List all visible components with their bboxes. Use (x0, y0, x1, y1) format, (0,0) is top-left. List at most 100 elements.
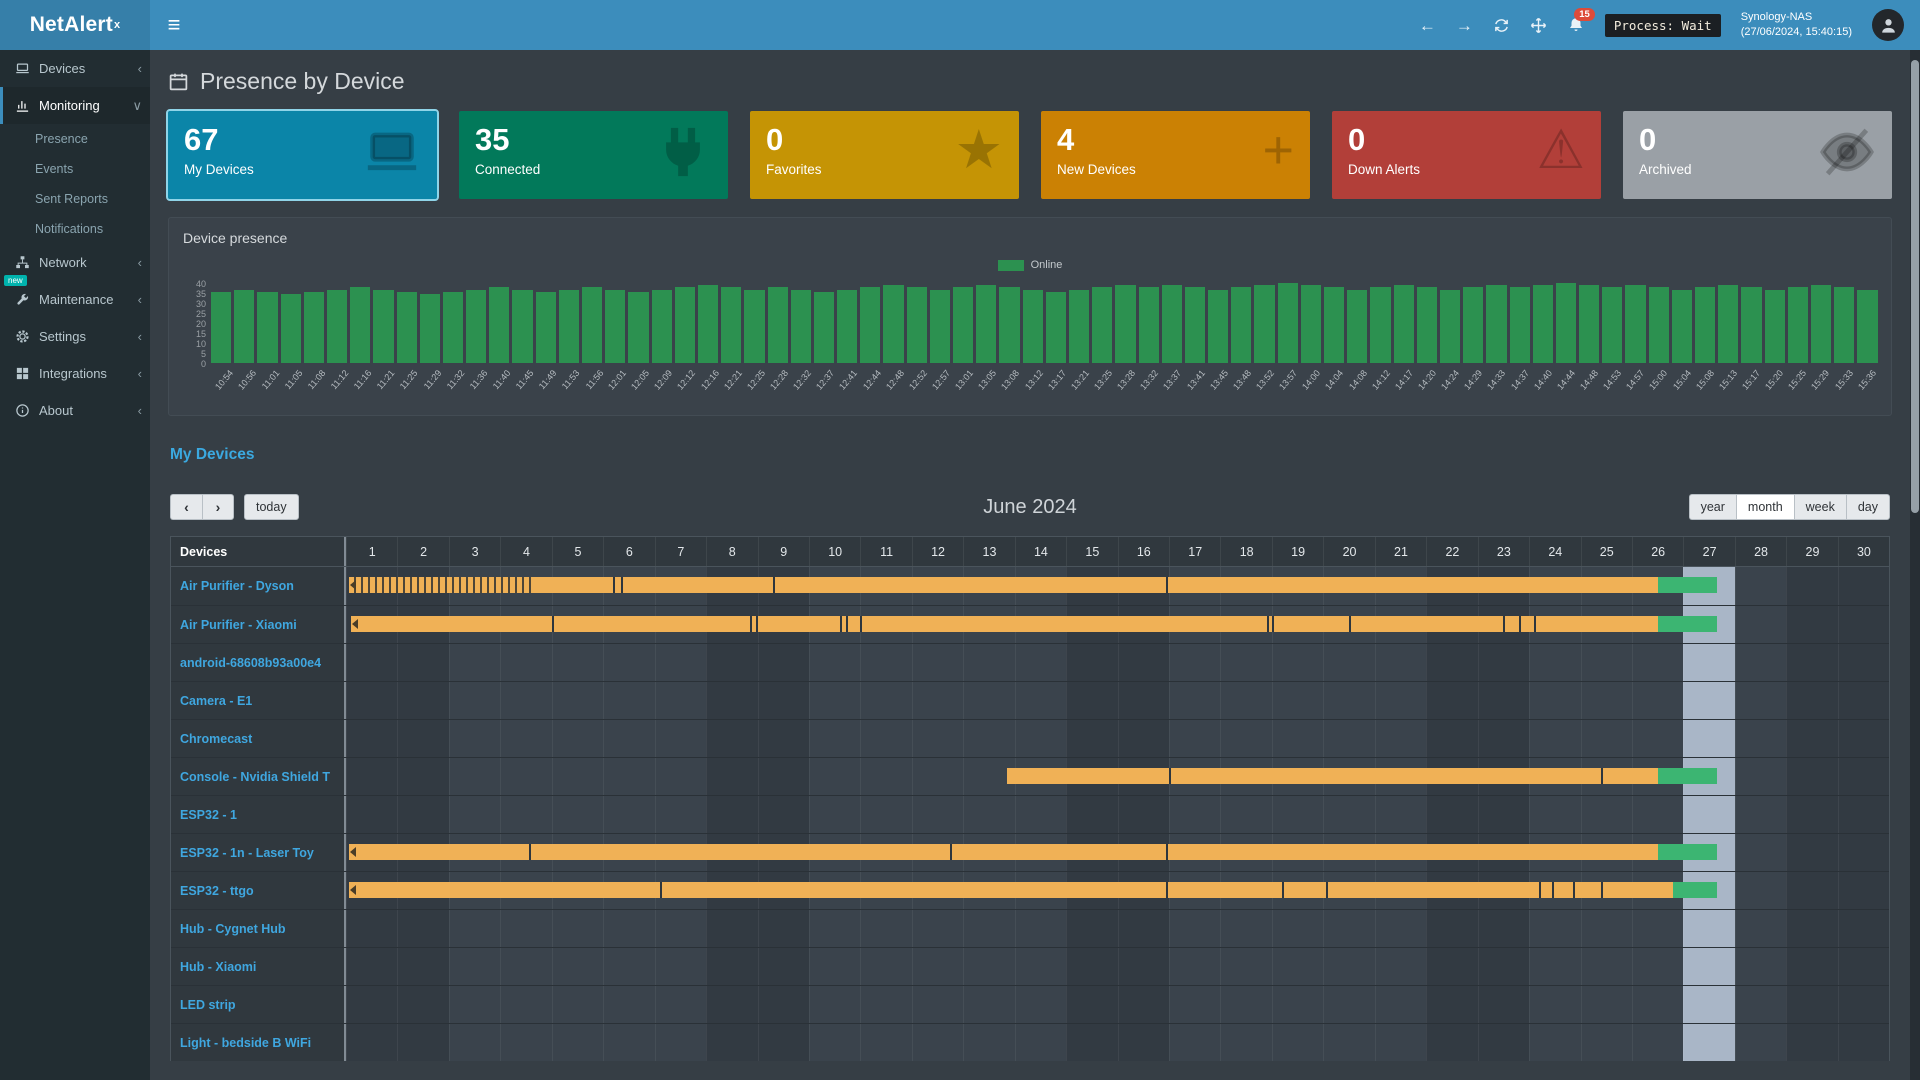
day-cell[interactable] (758, 1024, 809, 1061)
day-cell[interactable] (1838, 872, 1889, 909)
day-cell[interactable] (1323, 682, 1374, 719)
day-cell[interactable] (1375, 910, 1426, 947)
day-cell[interactable] (397, 644, 448, 681)
day-cell[interactable] (1529, 910, 1580, 947)
day-cell[interactable] (449, 948, 500, 985)
presence-event-bar[interactable] (351, 616, 1657, 632)
day-cell[interactable] (1581, 986, 1632, 1023)
day-cell[interactable] (1323, 720, 1374, 757)
presence-event-bar[interactable] (1658, 616, 1717, 632)
day-cell[interactable] (1323, 644, 1374, 681)
day-cell[interactable] (912, 948, 963, 985)
presence-event-bar[interactable] (1658, 577, 1717, 593)
day-cell[interactable] (655, 910, 706, 947)
day-cell[interactable] (1786, 644, 1837, 681)
infobox-new-devices[interactable]: 4New Devices+ (1041, 111, 1310, 199)
day-cell[interactable] (1478, 1024, 1529, 1061)
day-cell[interactable] (1015, 796, 1066, 833)
day-cell[interactable] (1581, 910, 1632, 947)
day-cell[interactable] (1375, 948, 1426, 985)
day-cell[interactable] (500, 948, 551, 985)
my-devices-title[interactable]: My Devices (170, 446, 1890, 464)
day-cell[interactable] (963, 720, 1014, 757)
device-link[interactable]: ESP32 - 1 (171, 796, 346, 833)
day-cell[interactable] (1426, 986, 1477, 1023)
day-cell[interactable] (603, 796, 654, 833)
day-cell[interactable] (1478, 910, 1529, 947)
day-cell[interactable] (809, 910, 860, 947)
day-cell[interactable] (860, 644, 911, 681)
view-button-month[interactable]: month (1736, 494, 1794, 520)
day-cell[interactable] (1786, 682, 1837, 719)
day-cell[interactable] (397, 720, 448, 757)
day-cell[interactable] (1735, 606, 1786, 643)
day-cell[interactable] (1272, 1024, 1323, 1061)
day-cell[interactable] (1220, 910, 1271, 947)
day-cell[interactable] (809, 682, 860, 719)
day-cell[interactable] (1581, 948, 1632, 985)
day-cell[interactable] (1272, 910, 1323, 947)
day-cell[interactable] (1838, 948, 1889, 985)
day-cell[interactable] (912, 796, 963, 833)
day-cell[interactable] (500, 644, 551, 681)
day-cell[interactable] (603, 720, 654, 757)
back-arrow-icon[interactable]: ← (1419, 17, 1436, 34)
day-cell[interactable] (1375, 796, 1426, 833)
day-cell[interactable] (346, 948, 397, 985)
day-cell[interactable] (860, 758, 911, 795)
day-cell[interactable] (860, 796, 911, 833)
day-cell[interactable] (912, 1024, 963, 1061)
day-cell[interactable] (912, 910, 963, 947)
day-cell[interactable] (1323, 1024, 1374, 1061)
device-link[interactable]: Hub - Cygnet Hub (171, 910, 346, 947)
day-cell[interactable] (758, 720, 809, 757)
day-cell[interactable] (1838, 720, 1889, 757)
day-cell[interactable] (1220, 644, 1271, 681)
infobox-down-alerts[interactable]: 0Down Alerts⚠ (1332, 111, 1601, 199)
scrollbar-thumb[interactable] (1911, 60, 1919, 513)
day-cell[interactable] (1169, 948, 1220, 985)
day-cell[interactable] (809, 1024, 860, 1061)
day-cell[interactable] (860, 682, 911, 719)
day-cell[interactable] (1735, 567, 1786, 605)
day-cell[interactable] (1838, 910, 1889, 947)
day-cell[interactable] (449, 682, 500, 719)
day-cell[interactable] (706, 720, 757, 757)
day-cell[interactable] (1015, 986, 1066, 1023)
day-cell[interactable] (1683, 1024, 1734, 1061)
day-cell[interactable] (860, 720, 911, 757)
day-cell[interactable] (963, 644, 1014, 681)
day-cell[interactable] (346, 758, 397, 795)
day-cell[interactable] (758, 796, 809, 833)
day-cell[interactable] (1272, 720, 1323, 757)
day-cell[interactable] (706, 910, 757, 947)
day-cell[interactable] (758, 758, 809, 795)
sidebar-item-maintenance[interactable]: Maintenance‹new (0, 281, 150, 318)
day-cell[interactable] (552, 948, 603, 985)
presence-event-bar[interactable] (349, 882, 1673, 898)
day-cell[interactable] (346, 644, 397, 681)
day-cell[interactable] (1735, 720, 1786, 757)
day-cell[interactable] (1272, 644, 1323, 681)
day-cell[interactable] (1632, 796, 1683, 833)
day-cell[interactable] (1838, 834, 1889, 871)
day-cell[interactable] (912, 644, 963, 681)
day-cell[interactable] (1786, 1024, 1837, 1061)
day-cell[interactable] (346, 720, 397, 757)
day-cell[interactable] (1581, 720, 1632, 757)
sidebar-item-about[interactable]: About‹ (0, 392, 150, 429)
day-cell[interactable] (1066, 720, 1117, 757)
day-cell[interactable] (1478, 986, 1529, 1023)
day-cell[interactable] (1323, 910, 1374, 947)
device-link[interactable]: Air Purifier - Xiaomi (171, 606, 346, 643)
day-cell[interactable] (1581, 796, 1632, 833)
day-cell[interactable] (655, 948, 706, 985)
day-cell[interactable] (1272, 682, 1323, 719)
day-cell[interactable] (1581, 682, 1632, 719)
day-cell[interactable] (963, 986, 1014, 1023)
day-cell[interactable] (1169, 910, 1220, 947)
day-cell[interactable] (500, 910, 551, 947)
device-link[interactable]: Light - bedside B WiFi (171, 1024, 346, 1061)
sidebar-item-settings[interactable]: Settings‹ (0, 318, 150, 355)
device-link[interactable]: Chromecast (171, 720, 346, 757)
